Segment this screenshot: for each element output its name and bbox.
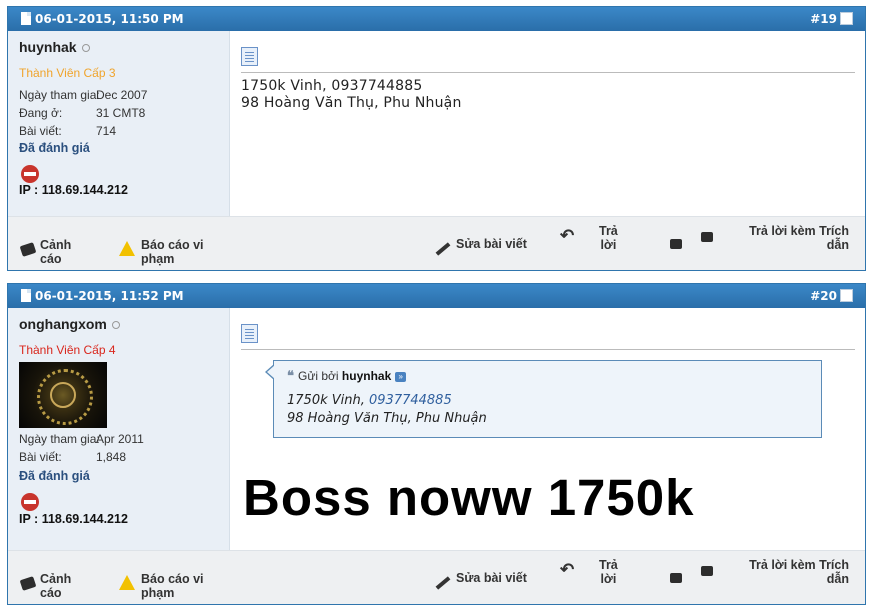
post-select-checkbox[interactable] [840, 12, 853, 25]
post-header: 06-01-2015, 11:50 PM #19 [8, 7, 865, 31]
divider [241, 349, 855, 350]
reply-with-quote-button[interactable]: Trả lời kèm Trích dẫn [746, 224, 849, 252]
user-info: onghangxom Thành Viên Cấp 4 Ngày tham gi… [8, 308, 230, 552]
rated-label: Đã đánh giá [19, 141, 90, 155]
warn-button[interactable]: Cảnh cáo [40, 238, 71, 266]
post-footer: Cảnh cáo Báo cáo vi phạm Sửa bài viết ↶ Tr… [8, 216, 865, 270]
quick-reply-icon[interactable] [701, 232, 713, 242]
post-message: 1750k Vinh, 0937744885 98 Hoàng Văn Thụ,… [241, 78, 462, 111]
post-count: Bài viết: 1,848 [19, 450, 127, 464]
post-select-checkbox[interactable] [840, 289, 853, 302]
post-20: 06-01-2015, 11:52 PM #20 onghangxom Thàn… [7, 283, 866, 605]
no-entry-icon [21, 165, 39, 183]
document-icon [241, 47, 258, 66]
join-date: Ngày tham gia: Dec 2007 [19, 88, 148, 102]
document-icon [21, 289, 31, 302]
document-icon [21, 12, 31, 25]
go-to-post-icon[interactable]: » [395, 371, 407, 382]
report-button[interactable]: Báo cáo vi phạm [141, 238, 204, 266]
user-info: huynhak Thành Viên Cấp 3 Ngày tham gia: D… [8, 31, 230, 217]
warning-triangle-icon [119, 241, 135, 256]
post-content: 1750k Vinh, 0937744885 98 Hoàng Văn Thụ,… [230, 31, 865, 217]
post-number-link[interactable]: #19 [810, 12, 837, 26]
document-icon [241, 324, 258, 343]
pencil-icon [435, 576, 451, 590]
username-link[interactable]: onghangxom [19, 316, 120, 332]
location: Đang ở: 31 CMT8 [19, 106, 146, 120]
phone-link[interactable]: 0937744885 [369, 393, 452, 408]
multiquote-icon[interactable] [670, 573, 682, 583]
post-header: 06-01-2015, 11:52 PM #20 [8, 284, 865, 308]
post-19: 06-01-2015, 11:50 PM #19 huynhak Thành V… [7, 6, 866, 271]
post-message: Boss noww 1750k [243, 469, 695, 526]
warning-card-icon [19, 242, 37, 257]
quote-header: ❝ Gửi bởi huynhak» [287, 368, 407, 384]
post-footer: Cảnh cáo Báo cáo vi phạm Sửa bài viết ↶ Tr… [8, 550, 865, 604]
edit-post-button[interactable]: Sửa bài viết [456, 237, 527, 251]
reply-arrow-icon[interactable]: ↶ [560, 226, 574, 246]
quote-body: 1750k Vinh, 0937744885 98 Hoàng Văn Thụ,… [287, 393, 487, 426]
post-number-link[interactable]: #20 [810, 289, 837, 303]
reply-with-quote-button[interactable]: Trả lời kèm Trích dẫn [746, 558, 849, 586]
quick-reply-icon[interactable] [701, 566, 713, 576]
post-date: 06-01-2015, 11:52 PM [35, 289, 184, 303]
warn-button[interactable]: Cảnh cáo [40, 572, 71, 600]
report-button[interactable]: Báo cáo vi phạm [141, 572, 204, 600]
quote-marks-icon: ❝ [287, 368, 294, 383]
avatar[interactable] [19, 362, 107, 428]
ip-address: IP : 118.69.144.212 [19, 183, 128, 197]
post-date: 06-01-2015, 11:50 PM [35, 12, 184, 26]
edit-post-button[interactable]: Sửa bài viết [456, 571, 527, 585]
post-count: Bài viết: 714 [19, 124, 117, 138]
user-rank: Thành Viên Cấp 3 [19, 66, 116, 80]
multiquote-icon[interactable] [670, 239, 682, 249]
offline-status-icon [81, 44, 90, 53]
quote-box: ❝ Gửi bởi huynhak» 1750k Vinh, 0937744885… [265, 360, 822, 438]
warning-card-icon [19, 576, 37, 591]
reply-button[interactable]: Trả lời [599, 558, 618, 586]
rated-label: Đã đánh giá [19, 469, 90, 483]
reply-button[interactable]: Trả lời [599, 224, 618, 252]
quote-author: huynhak [341, 369, 392, 383]
no-entry-icon [21, 493, 39, 511]
username-link[interactable]: huynhak [19, 39, 90, 55]
divider [241, 72, 855, 73]
pencil-icon [435, 242, 451, 256]
user-rank: Thành Viên Cấp 4 [19, 343, 116, 357]
offline-status-icon [111, 321, 120, 330]
join-date: Ngày tham gia: Apr 2011 [19, 432, 144, 446]
warning-triangle-icon [119, 575, 135, 590]
post-content: ❝ Gửi bởi huynhak» 1750k Vinh, 0937744885… [230, 308, 865, 552]
ip-address: IP : 118.69.144.212 [19, 512, 128, 526]
reply-arrow-icon[interactable]: ↶ [560, 560, 574, 580]
